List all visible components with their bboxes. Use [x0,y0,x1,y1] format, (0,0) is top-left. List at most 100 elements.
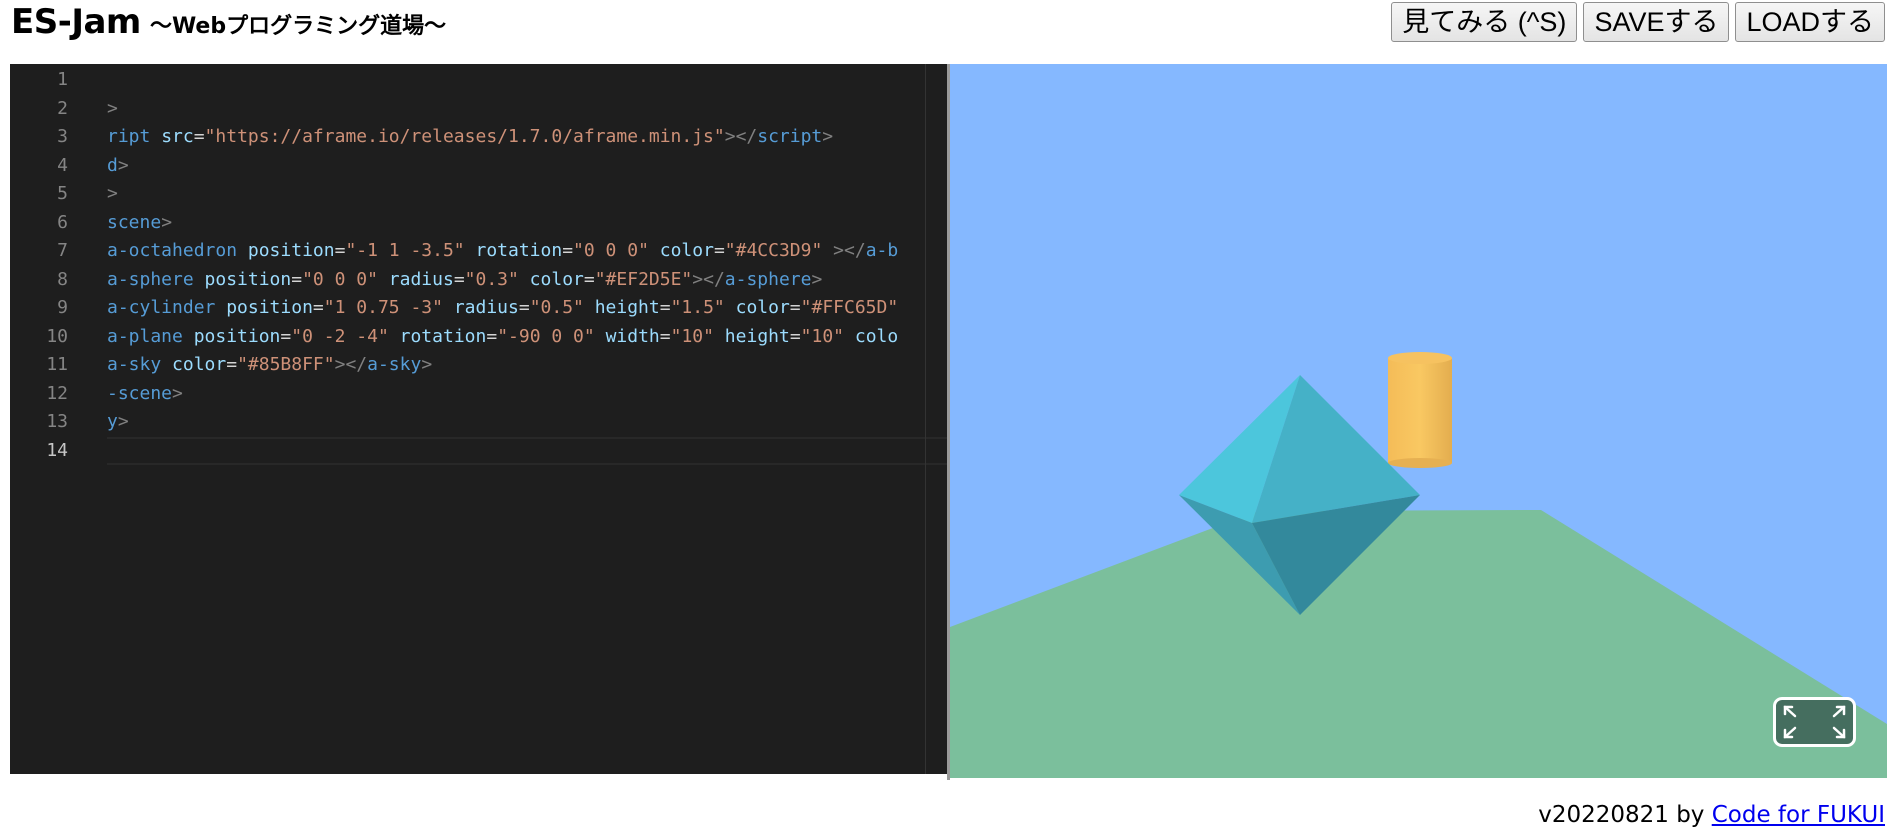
app-title: ES-Jam 〜Webプログラミング道場〜 [11,2,446,42]
code-line[interactable]: -scene> [107,380,183,409]
code-token: > [117,154,129,176]
code-line[interactable]: a-octahedron position="-1 1 -3.5" rotati… [107,237,898,266]
code-area[interactable]: > ript src="https://aframe.io/releases/1.… [107,64,947,774]
code-token: > [107,97,118,119]
code-token: ></ [692,268,725,290]
code-token: > [172,382,183,404]
code-line[interactable]: y> [107,408,129,437]
code-token: "https://aframe.io/releases/1.7.0/aframe… [204,126,725,147]
line-number: 7 [57,240,68,261]
line-number: 10 [46,325,68,347]
view-button[interactable]: 見てみる (^S) [1391,2,1578,42]
line-number: 13 [46,411,68,432]
code-token: = [193,126,205,147]
code-line[interactable]: a-cylinder position="1 0.75 -3" radius="… [107,294,898,323]
editor-vertical-ruler [925,64,926,774]
code-token: = [486,325,498,347]
line-number: 5 [57,183,68,204]
code-line[interactable]: a-plane position="0 -2 -4" rotation="-90… [107,323,898,352]
code-token: = [562,240,574,261]
line-number: 4 [57,154,68,176]
code-token: position [215,297,313,318]
code-token: = [453,268,465,290]
code-token: = [280,325,292,347]
code-token: radius [442,297,519,318]
code-token: = [226,354,238,375]
toolbar: 見てみる (^S) SAVEする LOADする [1391,2,1885,42]
code-token: "#EF2D5E" [594,268,693,290]
code-token: "0.3" [464,268,519,290]
line-number: 1 [57,69,68,90]
code-line[interactable]: > [107,95,118,124]
line-number: 14 [46,439,68,461]
code-line[interactable]: > [107,180,118,209]
load-button[interactable]: LOADする [1735,2,1885,42]
code-token: "#FFC65D" [800,297,899,318]
line-number: 3 [57,126,68,147]
line-number: 12 [46,382,68,404]
code-token: a-plane [107,325,183,347]
code-token: scene [107,211,162,233]
scene-canvas [950,64,1887,778]
code-line[interactable]: a-sky color="#85B8FF"></a-sky> [107,351,432,380]
save-button[interactable]: SAVEする [1583,2,1730,42]
code-token: script [757,126,823,147]
code-token: "-90 0 0" [497,325,595,347]
code-for-fukui-link[interactable]: Code for FUKUI [1712,802,1885,828]
app-title-main: ES-Jam [11,2,141,42]
code-token: height [583,297,660,318]
code-token: height [713,325,790,347]
code-token: "0 -2 -4" [291,325,389,347]
code-token: ></ [822,240,866,261]
current-line-highlight [107,436,947,465]
code-token: radius [377,268,454,290]
code-token: colo [844,325,899,347]
code-token: = [583,268,595,290]
code-token: = [789,297,801,318]
code-token: ript [107,126,151,147]
code-token: a-cylinder [107,297,216,318]
line-number: 8 [57,268,68,290]
code-line[interactable]: a-sphere position="0 0 0" radius="0.3" c… [107,266,822,295]
code-token: "#85B8FF" [237,354,335,375]
scene-preview[interactable] [950,64,1887,778]
code-token: = [659,325,671,347]
code-token: ></ [724,126,758,147]
code-token: = [518,297,530,318]
code-token: "1 0.75 -3" [323,297,443,318]
app-subtitle: 〜Webプログラミング道場〜 [149,14,447,39]
code-token: rotation [464,240,563,261]
code-token: a-b [865,240,899,261]
code-token: > [822,126,834,147]
code-token: = [334,240,346,261]
code-token: d [107,154,118,176]
code-line[interactable]: scene> [107,209,172,238]
code-token: "10" [670,325,714,347]
code-token: a-sphere [724,268,812,290]
code-token: > [107,183,118,204]
code-line[interactable]: d> [107,152,129,181]
code-token: position [237,240,335,261]
line-number: 9 [57,297,68,318]
code-token: rotation [388,325,487,347]
page-header: ES-Jam 〜Webプログラミング道場〜 見てみる (^S) SAVEする L… [0,0,1895,64]
line-number: 6 [57,211,68,233]
code-token: > [811,268,823,290]
line-number: 11 [46,354,68,375]
code-token: width [594,325,660,347]
code-token: a-octahedron [107,240,238,261]
fullscreen-enter-icon [1783,705,1846,739]
code-token: = [659,297,671,318]
code-token: src [150,126,194,147]
code-token: y [107,411,118,432]
code-token: = [312,297,324,318]
code-token: = [713,240,725,261]
code-token: = [789,325,801,347]
code-token: position [182,325,281,347]
fullscreen-button[interactable] [1773,697,1856,747]
code-token: ></ [334,354,368,375]
code-token: "#4CC3D9" [724,240,823,261]
code-editor[interactable]: 1 2 3 4 5 6 7 8 9 10 11 12 13 14 > ript src="https://a… [10,64,947,774]
code-line[interactable]: ript src="https://aframe.io/releases/1.7… [107,123,833,152]
code-token: "-1 1 -3.5" [345,240,465,261]
